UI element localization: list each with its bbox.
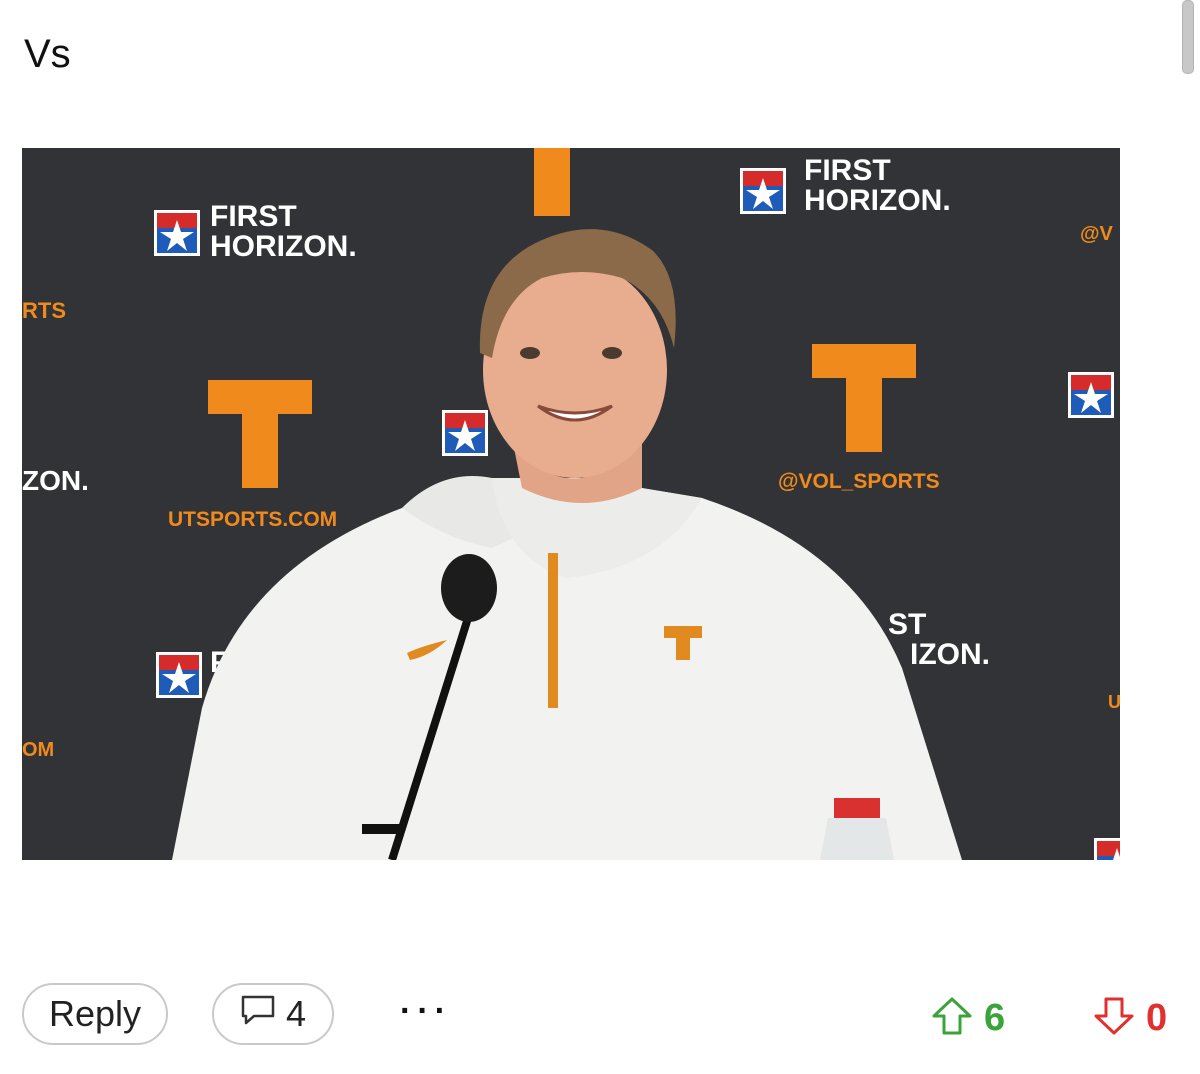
arrow-up-icon xyxy=(930,996,974,1041)
first-horizon-logo xyxy=(154,210,200,256)
comment-count: 4 xyxy=(285,993,307,1034)
partial-text: U xyxy=(1108,692,1120,712)
upvote-count: 6 xyxy=(984,996,1006,1039)
partial-text: RTS xyxy=(22,298,66,323)
post-text: Vs xyxy=(24,32,71,76)
comment-icon xyxy=(240,993,276,1035)
sponsor-line2: HORIZON. xyxy=(804,184,951,217)
sponsor-line2: HORIZON. xyxy=(210,230,357,263)
comments-button[interactable]: 4 xyxy=(212,983,334,1045)
more-options-label: ··· xyxy=(400,992,452,1030)
sponsor-line1: FIRST xyxy=(210,200,297,233)
sponsor-line1: FIRST xyxy=(804,154,891,187)
post-photo[interactable]: FIRST HORIZON. FIRST HORIZON. @V RTS UTS… xyxy=(22,148,1120,860)
reply-button-label: Reply xyxy=(48,993,142,1034)
partial-text: OM xyxy=(22,739,54,761)
backdrop-handle: @VOL_SPORTS xyxy=(778,470,940,493)
first-horizon-logo xyxy=(156,652,202,698)
partial-handle: @V xyxy=(1080,223,1114,245)
press-conference-photo: FIRST HORIZON. FIRST HORIZON. @V RTS UTS… xyxy=(22,148,1120,860)
arrow-down-icon xyxy=(1092,996,1136,1041)
first-horizon-logo xyxy=(442,410,488,456)
downvote-count: 0 xyxy=(1146,996,1168,1039)
backdrop-url: UTSPORTS.COM xyxy=(168,508,337,531)
scrollbar[interactable] xyxy=(1178,0,1200,1074)
partial-text: ST xyxy=(888,608,926,641)
reply-button[interactable]: Reply xyxy=(22,983,168,1045)
first-horizon-logo xyxy=(1068,372,1114,418)
partial-text: IZON. xyxy=(910,638,990,671)
upvote-button[interactable]: 6 xyxy=(930,996,1005,1040)
scrollbar-thumb[interactable] xyxy=(1182,0,1194,74)
more-options-button[interactable]: ··· xyxy=(400,994,466,1032)
downvote-button[interactable]: 0 xyxy=(1092,996,1167,1040)
partial-text: ZON. xyxy=(22,465,89,496)
first-horizon-logo xyxy=(740,168,786,214)
first-horizon-logo xyxy=(1094,838,1120,860)
